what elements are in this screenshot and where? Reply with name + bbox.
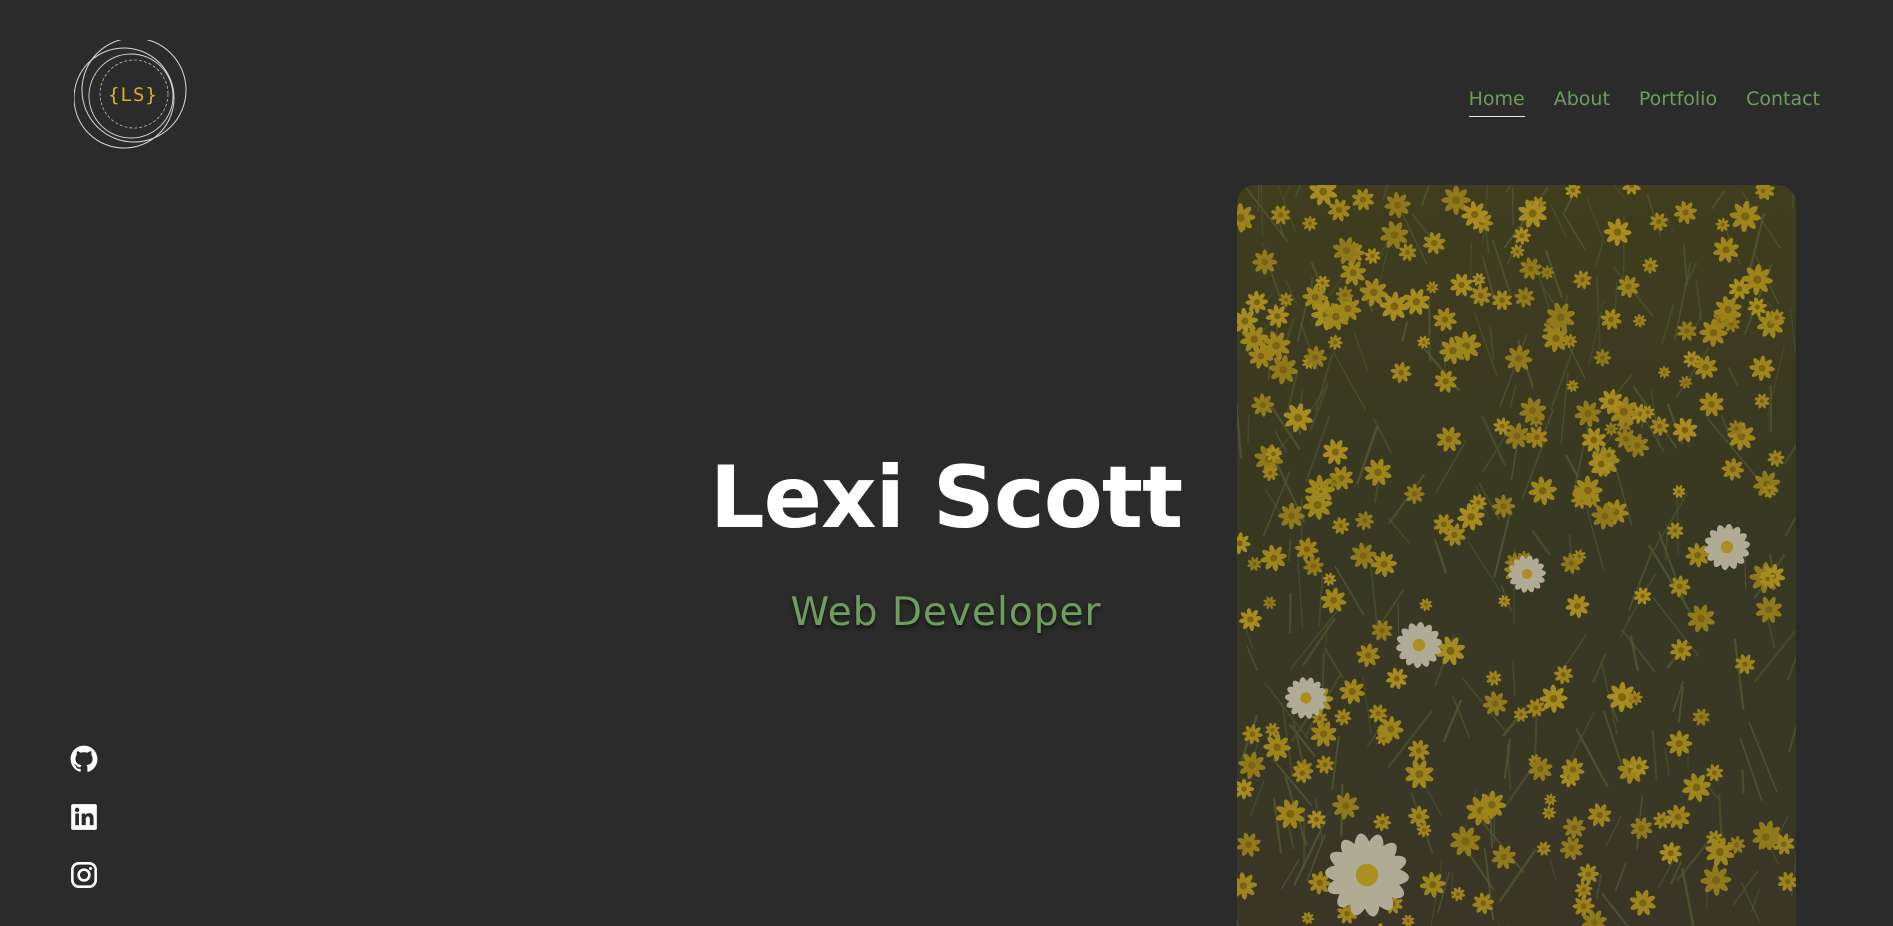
nav-link-about[interactable]: About bbox=[1554, 87, 1610, 117]
nav-link-portfolio[interactable]: Portfolio bbox=[1639, 87, 1717, 117]
github-icon bbox=[70, 745, 98, 772]
instagram-link[interactable] bbox=[70, 861, 98, 889]
linkedin-icon bbox=[71, 804, 97, 830]
github-link[interactable] bbox=[70, 745, 98, 773]
nav-link-home[interactable]: Home bbox=[1468, 87, 1525, 117]
site-logo[interactable]: {LS} bbox=[74, 40, 192, 152]
hero-photo bbox=[1237, 185, 1796, 926]
hero-subtitle: Web Developer bbox=[790, 590, 1102, 635]
wildflower-field-image bbox=[1237, 185, 1796, 926]
instagram-icon bbox=[71, 862, 97, 888]
hero-name: Lexi Scott bbox=[709, 448, 1183, 548]
social-links bbox=[70, 745, 98, 889]
linkedin-link[interactable] bbox=[70, 803, 98, 831]
page: {LS} Home About Portfolio Contact Lexi S… bbox=[0, 0, 1893, 926]
logo-text: {LS} bbox=[108, 84, 158, 106]
main-nav: Home About Portfolio Contact bbox=[1468, 87, 1820, 117]
nav-link-contact[interactable]: Contact bbox=[1746, 87, 1820, 117]
